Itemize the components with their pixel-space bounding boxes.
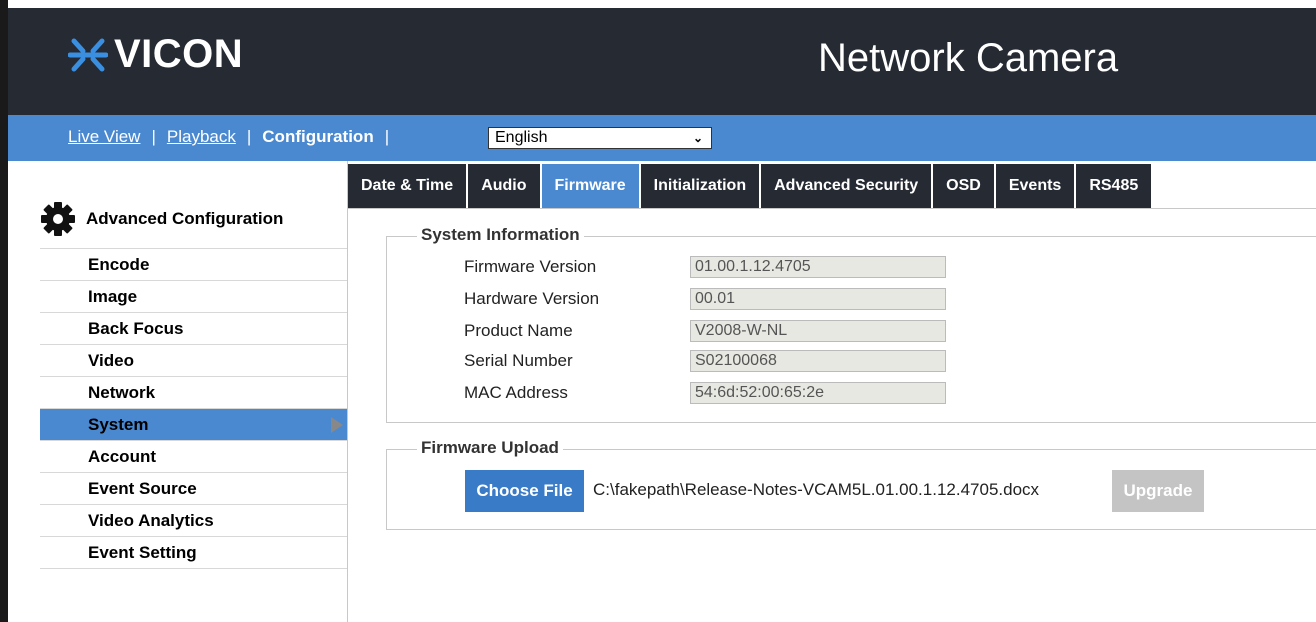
tab-date-time[interactable]: Date & Time [348,164,467,208]
window-left-edge [0,0,8,622]
language-select-value: English [495,129,548,146]
info-value: 01.00.1.12.4705 [690,256,946,278]
info-label: Firmware Version [464,257,597,276]
tab-events[interactable]: Events [995,164,1075,208]
tab-rs485[interactable]: RS485 [1076,164,1152,208]
logo-text: VICON [114,32,244,76]
sidebar-item-system[interactable]: System [40,409,347,441]
sidebar-item-event-setting[interactable]: Event Setting [40,537,347,569]
vicon-logo-icon [68,38,108,71]
info-row-firmware-version: Firmware Version 01.00.1.12.4705 [464,255,946,279]
sidebar: Advanced Configuration Encode Image Back… [8,161,348,622]
sidebar-header: Advanced Configuration [40,201,283,237]
sidebar-item-encode[interactable]: Encode [40,249,347,281]
info-value: S02100068 [690,350,946,372]
tab-osd[interactable]: OSD [933,164,994,208]
sidebar-item-account[interactable]: Account [40,441,347,473]
nav-separator: | [384,127,390,146]
info-label: Serial Number [464,351,573,370]
upgrade-button[interactable]: Upgrade [1112,470,1204,512]
product-title: Network Camera [818,36,1119,80]
sidebar-item-label: System [88,415,149,434]
window-top-edge [8,0,1316,8]
chevron-down-icon: ⌄ [692,131,703,145]
playback-link[interactable]: Playback [167,127,236,147]
tab-advanced-security[interactable]: Advanced Security [761,164,932,208]
firmware-upload-title: Firmware Upload [417,438,563,458]
sidebar-item-event-source[interactable]: Event Source [40,473,347,505]
language-select[interactable]: English ⌄ [488,127,712,149]
tab-firmware[interactable]: Firmware [541,164,639,208]
sidebar-item-image[interactable]: Image [40,281,347,313]
sidebar-item-video-analytics[interactable]: Video Analytics [40,505,347,537]
info-row-product-name: Product Name V2008-W-NL [464,319,946,343]
tab-divider [348,208,1316,209]
info-label: Product Name [464,321,573,340]
live-view-link[interactable]: Live View [68,127,140,147]
sidebar-item-network[interactable]: Network [40,377,347,409]
sidebar-item-label: Network [88,383,156,402]
nav-separator: | [151,127,156,146]
sidebar-item-label: Image [88,287,138,306]
choose-file-button[interactable]: Choose File [465,470,584,512]
sidebar-item-label: Video Analytics [88,511,214,530]
info-row-serial-number: Serial Number S02100068 [464,349,946,373]
config-tabs: Date & Time Audio Firmware Initializatio… [348,164,1153,208]
sidebar-item-back-focus[interactable]: Back Focus [40,313,347,345]
vicon-logo: VICON [68,32,243,77]
info-label: Hardware Version [464,289,600,308]
sidebar-item-label: Video [88,351,134,370]
info-value: V2008-W-NL [690,320,946,342]
info-row-mac-address: MAC Address 54:6d:52:00:65:2e [464,381,946,405]
nav-separator: | [246,127,252,146]
sidebar-item-label: Account [88,447,156,466]
tab-audio[interactable]: Audio [468,164,540,208]
configuration-link[interactable]: Configuration [262,127,373,147]
chevron-right-icon [331,417,343,433]
info-row-hardware-version: Hardware Version 00.01 [464,287,946,311]
info-value: 54:6d:52:00:65:2e [690,382,946,404]
sidebar-item-label: Encode [88,255,150,274]
sidebar-list: Encode Image Back Focus Video Network Sy… [40,248,347,569]
sidebar-item-label: Back Focus [88,319,184,338]
gear-icon [41,202,75,236]
sidebar-item-video[interactable]: Video [40,345,347,377]
system-information-title: System Information [417,225,584,245]
sidebar-title: Advanced Configuration [86,209,284,228]
info-value: 00.01 [690,288,946,310]
sidebar-item-label: Event Setting [88,543,197,562]
info-label: MAC Address [464,383,568,402]
nav-links: Live View | Playback | Configuration | [68,127,400,147]
header-bar: VICON Network Camera [8,8,1316,115]
system-information-group: System Information Firmware Version 01.0… [386,225,1316,423]
tab-initialization[interactable]: Initialization [640,164,760,208]
selected-file-path: C:\fakepath\Release-Notes-VCAM5L.01.00.1… [593,480,1040,499]
sidebar-item-label: Event Source [88,479,197,498]
